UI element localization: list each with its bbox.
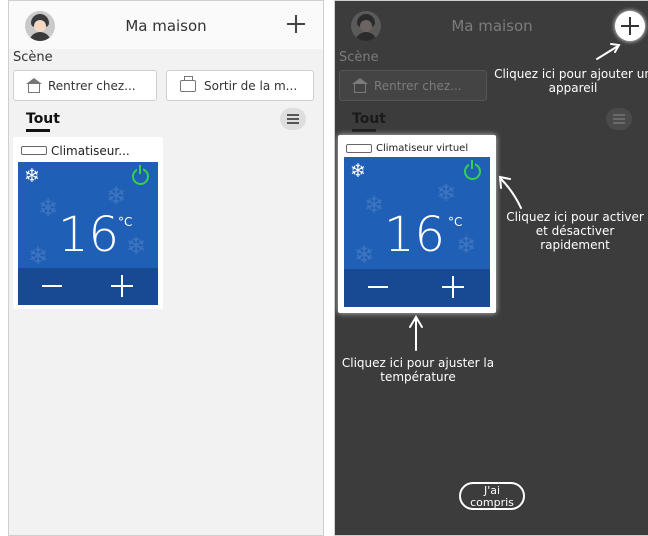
page-title: Ma maison — [125, 17, 207, 35]
app-screen-normal: Ma maison Scène Rentrer chez... Sortir d… — [8, 0, 324, 536]
device-control-panel[interactable]: ❄ ❄ ❄ ❄ ❄ 16 °C — [18, 162, 158, 305]
scene-button-home[interactable]: Rentrer chez... — [13, 70, 157, 101]
power-icon[interactable] — [132, 165, 149, 185]
top-bar: Ma maison — [9, 1, 323, 49]
add-device-button[interactable] — [281, 9, 311, 39]
temperature-value: 16 — [58, 207, 120, 263]
menu-icon — [287, 114, 299, 116]
temperature-unit: °C — [118, 215, 133, 229]
hint-arrows — [409, 43, 621, 351]
scene-button-label: Rentrer chez... — [48, 79, 136, 93]
temperature-controls — [18, 268, 158, 305]
menu-button[interactable] — [280, 108, 306, 130]
scene-button-away[interactable]: Sortir de la m... — [166, 70, 314, 101]
tab-all[interactable]: Tout — [26, 111, 60, 127]
snowflake-icon: ❄ — [24, 165, 40, 187]
scene-button-label: Sortir de la m... — [204, 79, 298, 93]
app-screen-tutorial: Ma maison Scène Rentrer chez... Tout Cli… — [334, 0, 648, 536]
suitcase-icon — [180, 76, 196, 92]
decrease-temp-button[interactable] — [42, 285, 62, 287]
device-name: Climatiseur... — [51, 144, 130, 158]
air-conditioner-icon — [21, 146, 47, 155]
tab-underline — [26, 129, 50, 132]
device-card[interactable]: Climatiseur... ❄ ❄ ❄ ❄ ❄ 16 °C — [13, 137, 163, 309]
scene-label: Scène — [13, 50, 53, 65]
home-icon — [26, 78, 43, 94]
got-it-button[interactable]: J'ai compris — [459, 482, 525, 510]
increase-temp-button[interactable] — [111, 275, 133, 297]
